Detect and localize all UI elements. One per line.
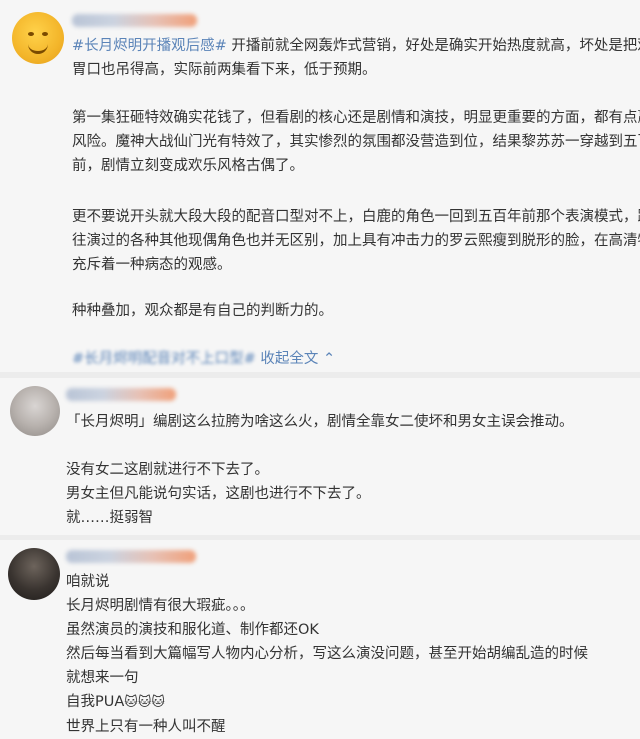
comment-line: 世界上只有一种人叫不醒 (66, 719, 226, 735)
comment-line: 咱就说 (66, 574, 110, 590)
comment-card: 「长月烬明」编剧这么拉胯为啥这么火，剧情全靠女二使坏和男女主误会推动。 没有女二… (0, 378, 640, 533)
comment-body: 没有女二这剧就进行不下去了。 男女主但凡能说句实话，这剧也进行不下去了。 就……… (66, 458, 371, 530)
post-line: 第一集狂砸特效确实花钱了，但看剧的核心还是剧情和演技，明显更重要的方面，都有点赢… (72, 110, 640, 126)
avatar[interactable] (12, 12, 64, 64)
comment-line: 就……挺弱智 (66, 510, 153, 526)
comment-line: 虽然演员的演技和服化道、制作都还OK (66, 622, 319, 638)
comment-line: 自我PUA (66, 694, 125, 710)
username-blurred[interactable] (66, 550, 196, 563)
username-blurred[interactable] (72, 14, 197, 27)
post-line: 风险。魔神大战仙门光有特效了，其实惨烈的氛围都没营造到位，结果黎苏苏一穿越到五百… (72, 134, 640, 150)
avatar-eye (42, 32, 48, 36)
post-line: 往演过的各种其他现偶角色也并无区别，加上具有冲击力的罗云熙瘦到脱形的脸，在高清特… (72, 233, 640, 249)
username-blurred[interactable] (66, 388, 176, 401)
post-hashtag[interactable]: #长月烬明开播观后感# (72, 38, 227, 54)
comment-card: 咱就说 长月烬明剧情有很大瑕疵。。。 虽然演员的演技和服化道、制作都还OK 然后… (0, 540, 640, 735)
comment-line: 男女主但凡能说句实话，这剧也进行不下去了。 (66, 486, 371, 502)
post-card: #长月烬明开播观后感# 开播前就全网轰炸式营销，好处是确实开始热度就高，坏处是把… (0, 0, 640, 370)
comment-line: 没有女二这剧就进行不下去了。 (66, 462, 269, 478)
post-line: 更不要说开头就大段大段的配音口型对不上，白鹿的角色一回到五百年前那个表演模式，跟… (72, 209, 640, 225)
comment-line: 然后每当看到大篇幅写人物内心分析，写这么演没问题，甚至开始胡编乱造的时候 (66, 646, 588, 662)
avatar-eye (28, 32, 34, 36)
post-paragraph: 更不要说开头就大段大段的配音口型对不上，白鹿的角色一回到五百年前那个表演模式，跟… (72, 205, 640, 277)
avatar-mouth (28, 43, 48, 54)
comment-line: 长月烬明剧情有很大瑕疵。。。 (66, 598, 255, 614)
comment-body: 「长月烬明」编剧这么拉胯为啥这么火，剧情全靠女二使坏和男女主误会推动。 (66, 410, 574, 434)
avatar[interactable] (8, 548, 60, 600)
post-footer: #长月烬明配音对不上口型# 收起全文 ⌃ (72, 347, 335, 371)
post-line: 充斥着一种病态的观感。 (72, 257, 232, 273)
comment-line: 「长月烬明」编剧这么拉胯为啥这么火，剧情全靠女二使坏和男女主误会推动。 (66, 414, 574, 430)
avatar[interactable] (10, 386, 60, 436)
post-line: 种种叠加，观众都是有自己的判断力的。 (72, 303, 333, 319)
comment-line: 就想来一句 (66, 670, 139, 686)
cat-emoji-icon: 🐱🐱🐱 (124, 695, 165, 710)
post-paragraph: 第一集狂砸特效确实花钱了，但看剧的核心还是剧情和演技，明显更重要的方面，都有点赢… (72, 106, 640, 178)
footer-hashtag[interactable]: #长月烬明配音对不上口型# (72, 351, 256, 367)
post-line: 胃口也吊得高，实际前两集看下来，低于预期。 (72, 62, 377, 78)
post-line: 前，剧情立刻变成欢乐风格古偶了。 (72, 158, 304, 174)
collapse-button[interactable]: 收起全文 ⌃ (260, 351, 335, 367)
post-line: 开播前就全网轰炸式营销，好处是确实开始热度就高，坏处是把观众 (231, 38, 640, 54)
post-body: #长月烬明开播观后感# 开播前就全网轰炸式营销，好处是确实开始热度就高，坏处是把… (72, 34, 640, 82)
comment-body: 咱就说 长月烬明剧情有很大瑕疵。。。 虽然演员的演技和服化道、制作都还OK 然后… (66, 570, 588, 739)
